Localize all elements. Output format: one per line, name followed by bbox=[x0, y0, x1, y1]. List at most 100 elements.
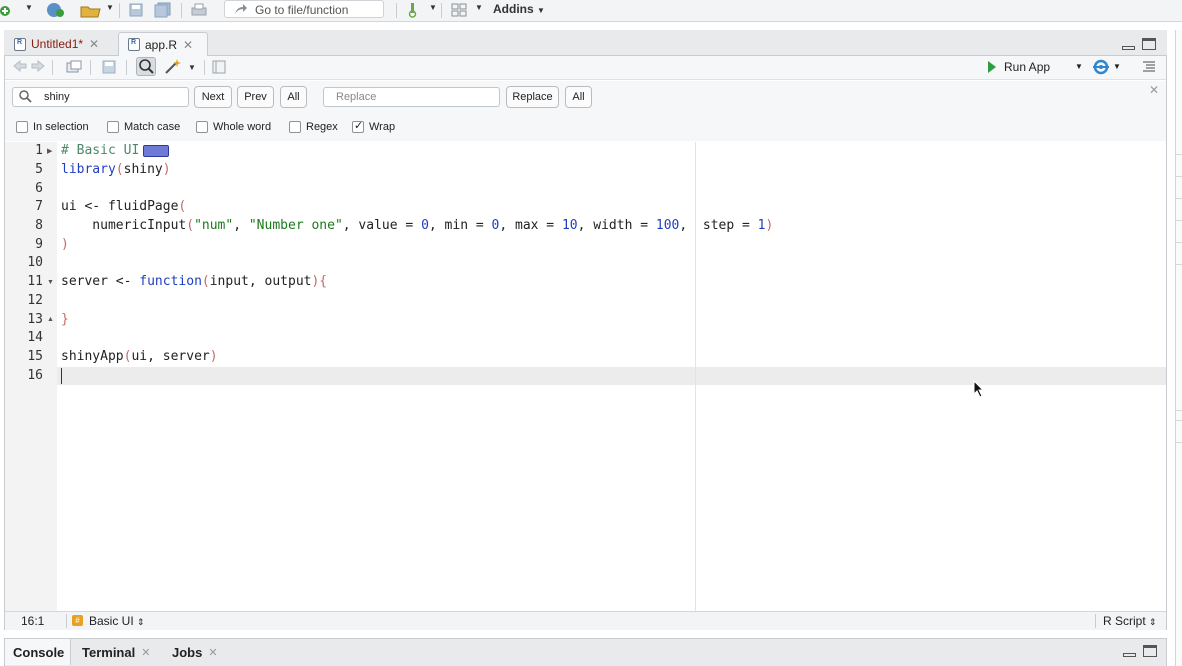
find-prev-button[interactable]: Prev bbox=[237, 86, 274, 108]
save-icon[interactable] bbox=[102, 60, 116, 77]
code-line-1[interactable]: # Basic UI bbox=[61, 143, 170, 158]
close-icon[interactable]: ✕ bbox=[89, 37, 99, 51]
code-string: "Number one" bbox=[248, 218, 343, 233]
publish-dropdown-icon[interactable]: ▼ bbox=[1113, 62, 1121, 71]
run-app-dropdown-icon[interactable]: ▼ bbox=[1075, 62, 1083, 71]
addins-label: Addins bbox=[493, 2, 534, 16]
close-icon[interactable]: ✕ bbox=[183, 38, 193, 52]
maximize-pane-icon[interactable] bbox=[1143, 645, 1157, 657]
show-in-new-window-icon[interactable] bbox=[66, 60, 82, 77]
print-icon[interactable] bbox=[190, 2, 208, 18]
main-toolbar: ▼ ▼ Go to file/function ▼ ▼ Addins ▼ bbox=[0, 0, 1182, 22]
version-control-dropdown-icon[interactable]: ▼ bbox=[429, 3, 437, 12]
tab-label: Jobs bbox=[172, 644, 203, 660]
new-file-icon[interactable] bbox=[0, 2, 12, 18]
tab-terminal[interactable]: Terminal ✕ bbox=[82, 639, 150, 665]
code-line-8[interactable]: numericInput("num", "Number one", value … bbox=[61, 218, 773, 233]
tab-console[interactable]: Console bbox=[5, 639, 71, 665]
whole-word-checkbox[interactable]: Whole word bbox=[196, 121, 271, 133]
regex-checkbox[interactable]: Regex bbox=[289, 121, 338, 133]
wrap-checkbox[interactable]: Wrap bbox=[352, 119, 395, 133]
maximize-pane-icon[interactable] bbox=[1142, 38, 1156, 50]
code-line-9[interactable]: ) bbox=[61, 237, 69, 252]
toolbar-divider bbox=[204, 60, 205, 75]
code-line-13[interactable]: } bbox=[61, 312, 69, 327]
section-navigator[interactable]: Basic UI ⇕ bbox=[89, 614, 145, 628]
save-icon[interactable] bbox=[128, 2, 144, 18]
checkbox-box[interactable] bbox=[196, 121, 208, 133]
find-next-button[interactable]: Next bbox=[194, 86, 232, 108]
checkbox-box[interactable] bbox=[352, 119, 364, 133]
find-all-button[interactable]: All bbox=[280, 86, 307, 108]
folded-section-marker[interactable] bbox=[143, 144, 170, 157]
back-arrow-icon[interactable] bbox=[13, 59, 27, 75]
code-line-11[interactable]: server <- function(input, output){ bbox=[61, 274, 327, 289]
run-app-button[interactable]: Run App bbox=[988, 60, 1050, 74]
pane-layout-icon[interactable] bbox=[450, 2, 468, 18]
new-project-icon[interactable] bbox=[44, 2, 66, 18]
tab-label: Untitled1* bbox=[31, 37, 84, 51]
code-token: ) bbox=[765, 218, 774, 233]
line-number: 11 bbox=[27, 274, 43, 289]
line-number: 14 bbox=[27, 330, 43, 345]
code-token: library bbox=[61, 162, 116, 177]
find-replace-icon[interactable] bbox=[136, 57, 156, 76]
addins-menu[interactable]: Addins ▼ bbox=[493, 2, 545, 16]
replace-input[interactable]: Replace bbox=[323, 87, 500, 107]
fold-collapse-icon[interactable]: ▼ bbox=[47, 279, 54, 286]
replace-button[interactable]: Replace bbox=[506, 86, 559, 108]
code-token: shiny bbox=[123, 162, 163, 177]
code-token: input, output bbox=[209, 274, 312, 289]
open-recent-dropdown-icon[interactable]: ▼ bbox=[106, 3, 114, 12]
compile-report-icon[interactable] bbox=[212, 60, 226, 77]
new-file-dropdown-icon[interactable]: ▼ bbox=[25, 3, 33, 12]
checkbox-box[interactable] bbox=[107, 121, 119, 133]
replace-all-button[interactable]: All bbox=[565, 86, 592, 108]
open-file-icon[interactable] bbox=[80, 2, 102, 18]
search-input[interactable]: shiny bbox=[12, 87, 189, 107]
fold-end-icon[interactable]: ▲ bbox=[47, 316, 54, 323]
document-outline-icon[interactable] bbox=[1142, 60, 1156, 75]
forward-arrow-icon[interactable] bbox=[31, 59, 45, 75]
code-line-7[interactable]: ui <- fluidPage( bbox=[61, 199, 186, 214]
editor-status-bar: 16:1 # Basic UI ⇕ R Script ⇕ bbox=[5, 611, 1166, 630]
code-token: , width = bbox=[577, 218, 656, 233]
replace-placeholder: Replace bbox=[336, 91, 377, 103]
line-number: 16 bbox=[27, 368, 43, 383]
save-all-icon[interactable] bbox=[154, 2, 172, 18]
toolbar-divider bbox=[119, 3, 120, 18]
match-case-checkbox[interactable]: Match case bbox=[107, 121, 180, 133]
close-icon[interactable]: ✕ bbox=[141, 646, 150, 659]
code-line-5[interactable]: library(shiny) bbox=[61, 162, 171, 177]
line-number: 6 bbox=[35, 181, 43, 196]
tab-jobs[interactable]: Jobs ✕ bbox=[172, 639, 218, 665]
minimize-pane-icon[interactable] bbox=[1122, 46, 1135, 50]
up-down-icon: ⇕ bbox=[1149, 617, 1157, 627]
file-type-selector[interactable]: R Script ⇕ bbox=[1103, 614, 1157, 628]
close-icon[interactable]: ✕ bbox=[208, 646, 217, 659]
goto-file-function-box[interactable]: Go to file/function bbox=[224, 0, 384, 18]
pane-divider bbox=[1176, 242, 1182, 243]
tab-app-r[interactable]: app.R ✕ bbox=[118, 32, 208, 56]
minimize-pane-icon[interactable] bbox=[1123, 653, 1136, 657]
checkbox-box[interactable] bbox=[289, 121, 301, 133]
code-tools-dropdown-icon[interactable]: ▼ bbox=[188, 63, 196, 72]
code-token: , min = bbox=[428, 218, 492, 233]
publish-icon[interactable] bbox=[1090, 59, 1112, 78]
code-string: "num" bbox=[194, 218, 234, 233]
section-label: Basic UI bbox=[89, 614, 134, 628]
pane-divider bbox=[1176, 154, 1182, 155]
line-number: 7 bbox=[35, 199, 43, 214]
tab-label: Console bbox=[13, 644, 65, 660]
line-number: 13 bbox=[27, 312, 43, 327]
fold-expand-icon[interactable]: ▶ bbox=[47, 147, 52, 155]
code-tools-wand-icon[interactable] bbox=[164, 58, 182, 77]
version-control-icon[interactable] bbox=[405, 2, 421, 18]
code-line-15[interactable]: shinyApp(ui, server) bbox=[61, 349, 218, 364]
code-token: ) bbox=[61, 237, 69, 252]
pane-layout-dropdown-icon[interactable]: ▼ bbox=[475, 3, 483, 12]
tab-untitled1[interactable]: Untitled1* ✕ bbox=[12, 32, 118, 56]
in-selection-checkbox[interactable]: In selection bbox=[16, 121, 89, 133]
checkbox-box[interactable] bbox=[16, 121, 28, 133]
close-find-icon[interactable]: ✕ bbox=[1149, 83, 1159, 97]
